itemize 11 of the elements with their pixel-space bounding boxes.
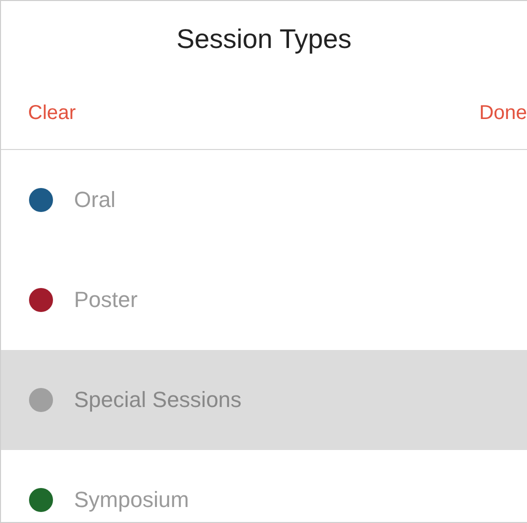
session-type-label: Special Sessions [74, 387, 242, 413]
session-type-label: Symposium [74, 487, 189, 513]
session-type-label: Poster [74, 287, 138, 313]
session-type-item[interactable]: Symposium [1, 450, 527, 522]
clear-button[interactable]: Clear [28, 102, 76, 124]
session-type-item[interactable]: Special Sessions [1, 350, 527, 450]
session-type-item[interactable]: Poster [1, 250, 527, 350]
session-type-label: Oral [74, 187, 116, 213]
done-button[interactable]: Done [479, 102, 527, 124]
session-type-item[interactable]: Oral [1, 150, 527, 250]
panel-title: Session Types [175, 22, 353, 56]
